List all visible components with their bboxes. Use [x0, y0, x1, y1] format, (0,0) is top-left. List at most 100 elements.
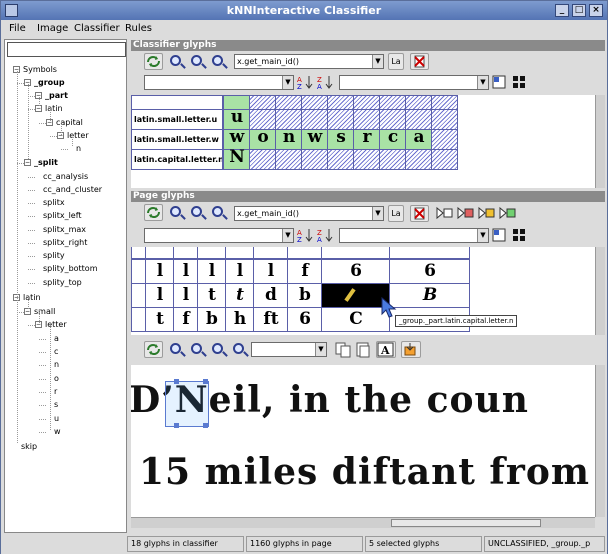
page-glyph-cell[interactable]: t: [197, 283, 226, 308]
tree-item[interactable]: w: [54, 427, 61, 437]
tree-item[interactable]: skip: [21, 442, 37, 452]
delete-button[interactable]: [410, 53, 429, 70]
play-red-button[interactable]: [456, 205, 475, 222]
page-glyph-cell[interactable]: 6: [287, 307, 322, 332]
glyph-cell[interactable]: [431, 109, 458, 130]
page-glyph-cell[interactable]: h: [225, 307, 254, 332]
page-tile-view-button[interactable]: [511, 227, 530, 244]
tree-item[interactable]: n: [76, 144, 81, 154]
classifier-rule-combo[interactable]: ▼: [339, 75, 489, 90]
page-glyph-cell[interactable]: 6: [321, 259, 390, 284]
page-glyph-cell[interactable]: t: [225, 283, 254, 308]
glyph-cell[interactable]: [431, 95, 458, 110]
page-glyph-cell[interactable]: l: [145, 283, 174, 308]
selected-page-glyph-cell[interactable]: [321, 283, 390, 308]
menu-image[interactable]: Image: [37, 23, 68, 34]
page-glyph-cell[interactable]: [225, 247, 254, 259]
page-glyph-cell[interactable]: l: [225, 259, 254, 284]
tree-item[interactable]: _split: [34, 158, 58, 168]
play-green-button[interactable]: [498, 205, 517, 222]
tree-item[interactable]: letter: [45, 320, 67, 330]
tree-item[interactable]: letter: [67, 131, 89, 141]
page-glyph-cell[interactable]: [253, 247, 288, 259]
tile-view-button[interactable]: [511, 74, 530, 91]
page-sort-combo[interactable]: x.get_main_id() ▼: [234, 206, 384, 221]
tree-item[interactable]: o: [54, 374, 59, 384]
page-label-button[interactable]: La: [388, 205, 404, 222]
doc-zoom-norm-button[interactable]: [188, 341, 207, 358]
glyph-cell[interactable]: [301, 95, 328, 110]
page-glyph-cell[interactable]: C: [321, 307, 390, 332]
sort-ascending-button[interactable]: AZ: [296, 74, 315, 91]
menu-classifier[interactable]: Classifier: [74, 23, 120, 34]
glyph-cell[interactable]: [275, 149, 302, 170]
page-glyph-cell[interactable]: [389, 247, 470, 259]
classifier-filter-combo[interactable]: ▼: [144, 75, 294, 90]
glyph-cell[interactable]: [301, 149, 328, 170]
tree-item[interactable]: splity_bottom: [43, 264, 98, 274]
page-scrollbar[interactable]: [595, 247, 605, 335]
page-glyph-cell[interactable]: [131, 259, 146, 284]
page-glyph-cell[interactable]: ft: [253, 307, 288, 332]
page-glyph-cell[interactable]: d: [253, 283, 288, 308]
text-button[interactable]: A: [376, 341, 396, 358]
zoom-norm-button[interactable]: [188, 53, 207, 70]
tree-item[interactable]: splity: [43, 251, 65, 261]
page-glyph-cell[interactable]: b: [197, 307, 226, 332]
page-sort-ascending-button[interactable]: AZ: [296, 227, 315, 244]
doc-refresh-button[interactable]: [144, 341, 163, 358]
export-button[interactable]: [401, 341, 421, 358]
page-glyph-cell[interactable]: [145, 247, 174, 259]
document-hscroll-thumb[interactable]: [391, 519, 541, 527]
tree-item[interactable]: splitx_max: [43, 225, 86, 235]
classifier-row-label[interactable]: latin.capital.letter.n: [131, 149, 223, 170]
page-glyph-cell[interactable]: l: [253, 259, 288, 284]
tree-item[interactable]: splitx_left: [43, 211, 82, 221]
copy-button[interactable]: [334, 341, 353, 358]
page-zoom-out-button[interactable]: [209, 204, 228, 221]
page-glyph-cell[interactable]: [173, 247, 198, 259]
page-glyph-cell[interactable]: l: [145, 259, 174, 284]
glyph-cell[interactable]: [379, 149, 406, 170]
glyph-cell[interactable]: [327, 95, 354, 110]
selected-glyph-box[interactable]: [165, 379, 209, 428]
glyph-cell[interactable]: [431, 129, 458, 150]
tree-item[interactable]: s: [54, 400, 58, 410]
document-vscrollbar[interactable]: [595, 365, 605, 517]
page-glyph-cell[interactable]: l: [197, 259, 226, 284]
tree-item[interactable]: _group: [34, 78, 65, 88]
glyph-cell[interactable]: n: [275, 127, 302, 150]
tree-item[interactable]: latin: [45, 104, 63, 114]
tree-item[interactable]: _part: [45, 91, 68, 101]
page-glyph-cell[interactable]: [131, 283, 146, 308]
tree-item[interactable]: splitx_right: [43, 238, 87, 248]
tree-item[interactable]: c: [54, 347, 58, 357]
refresh-button[interactable]: [144, 53, 163, 70]
glyph-cell[interactable]: [249, 95, 276, 110]
page-rule-combo[interactable]: ▼: [339, 228, 489, 243]
grid-view-button[interactable]: [491, 74, 510, 91]
glyph-cell[interactable]: c: [379, 127, 406, 150]
glyph-cell[interactable]: [249, 149, 276, 170]
classifier-label-button[interactable]: La: [388, 53, 404, 70]
doc-zoom-in-button[interactable]: [167, 341, 186, 358]
classifier-row-label[interactable]: latin.small.letter.w: [131, 129, 223, 150]
glyph-cell[interactable]: [405, 149, 432, 170]
page-grid-view-button[interactable]: [491, 227, 510, 244]
document-hscrollbar[interactable]: [131, 517, 595, 528]
glyph-cell[interactable]: w: [301, 127, 328, 150]
glyph-cell[interactable]: [275, 95, 302, 110]
page-sort-descending-button[interactable]: ZA: [316, 227, 335, 244]
glyph-cell[interactable]: [353, 149, 380, 170]
symbol-search-input[interactable]: [7, 42, 126, 57]
minimize-button[interactable]: _: [555, 4, 569, 17]
doc-zoom-fit-button[interactable]: [230, 341, 249, 358]
tree-expander-icon[interactable]: −: [24, 308, 31, 315]
tree-item[interactable]: small: [34, 307, 55, 317]
close-button[interactable]: ×: [589, 4, 603, 17]
tree-item[interactable]: splity_top: [43, 278, 82, 288]
classifier-scrollbar[interactable]: [595, 95, 605, 188]
tree-item[interactable]: r: [54, 387, 57, 397]
play-yellow-button[interactable]: [477, 205, 496, 222]
menu-file[interactable]: File: [9, 23, 26, 34]
